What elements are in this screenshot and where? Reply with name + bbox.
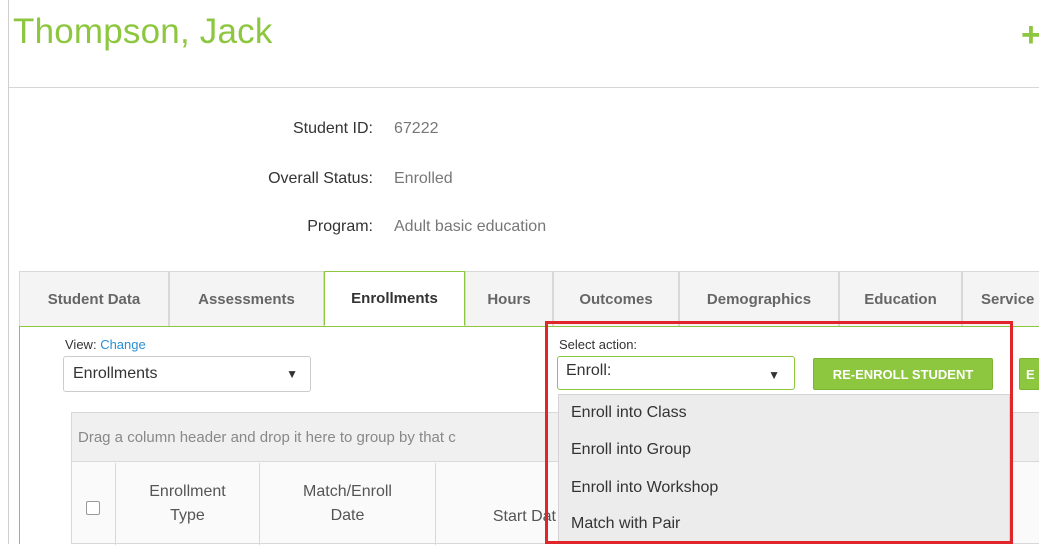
tab-outcomes[interactable]: Outcomes [553,271,679,326]
column-match-enroll-date-line1: Match/Enroll [303,483,392,500]
option-enroll-into-class[interactable]: Enroll into Class [571,404,687,422]
overall-status-label: Overall Status: [268,170,373,187]
tab-panel-left-border [19,326,20,544]
option-enroll-into-group[interactable]: Enroll into Group [571,441,691,459]
student-name-title: Thompson, Jack [13,12,273,51]
select-action-options-list: Enroll into Class Enroll into Group Enro… [558,394,1010,542]
view-select-value: Enrollments [73,365,158,382]
add-plus-icon[interactable]: + [1021,18,1039,52]
student-id-row: Student ID: [9,118,373,140]
program-label: Program: [307,218,373,235]
select-all-checkbox[interactable] [86,501,100,515]
column-start-date-label: Start Dat [492,508,556,525]
select-action-label: Select action: [559,337,638,352]
page-frame: Thompson, Jack + Student ID: 67222 Overa… [8,0,1039,545]
view-change-link[interactable]: Change [100,337,146,352]
column-match-enroll-date[interactable]: Match/Enroll Date [260,463,436,545]
tab-panel-border [19,326,1039,327]
tab-enrollments[interactable]: Enrollments [324,271,465,326]
select-action-value: Enroll: [566,362,612,379]
view-label-text: View: [65,337,97,352]
student-header: Thompson, Jack + [9,0,1039,88]
select-action-dropdown[interactable]: Enroll: ▼ [557,356,795,390]
select-all-column [72,463,116,545]
option-enroll-into-workshop[interactable]: Enroll into Workshop [571,479,718,497]
tab-student-data[interactable]: Student Data [19,271,169,326]
chevron-down-icon: ▼ [768,368,780,382]
tab-assessments[interactable]: Assessments [169,271,324,326]
column-enrollment-type[interactable]: Enrollment Type [116,463,260,545]
view-select[interactable]: Enrollments ▼ [63,356,311,392]
student-id-label: Student ID: [292,120,373,137]
tab-hours[interactable]: Hours [465,271,553,326]
column-match-enroll-date-line2: Date [330,507,365,524]
tab-demographics[interactable]: Demographics [679,271,839,326]
tab-education[interactable]: Education [839,271,962,326]
column-start-date[interactable]: Start Dat [436,463,556,545]
next-action-button[interactable]: E [1019,358,1039,390]
program-row: Program: [9,216,373,238]
program-value: Adult basic education [394,218,547,235]
overall-status-row: Overall Status: [9,168,373,190]
column-enrollment-type-line2: Type [170,507,205,524]
tab-bar: Student Data Assessments Enrollments Hou… [19,271,1039,326]
re-enroll-student-button[interactable]: RE-ENROLL STUDENT [813,358,993,390]
chevron-down-icon: ▼ [286,367,298,381]
tab-service[interactable]: Service [962,271,1039,326]
option-match-with-pair[interactable]: Match with Pair [571,515,680,533]
overall-status-value: Enrolled [394,170,453,187]
student-id-value: 67222 [394,120,439,137]
column-enrollment-type-line1: Enrollment [149,483,226,500]
view-label: View: Change [65,337,146,352]
